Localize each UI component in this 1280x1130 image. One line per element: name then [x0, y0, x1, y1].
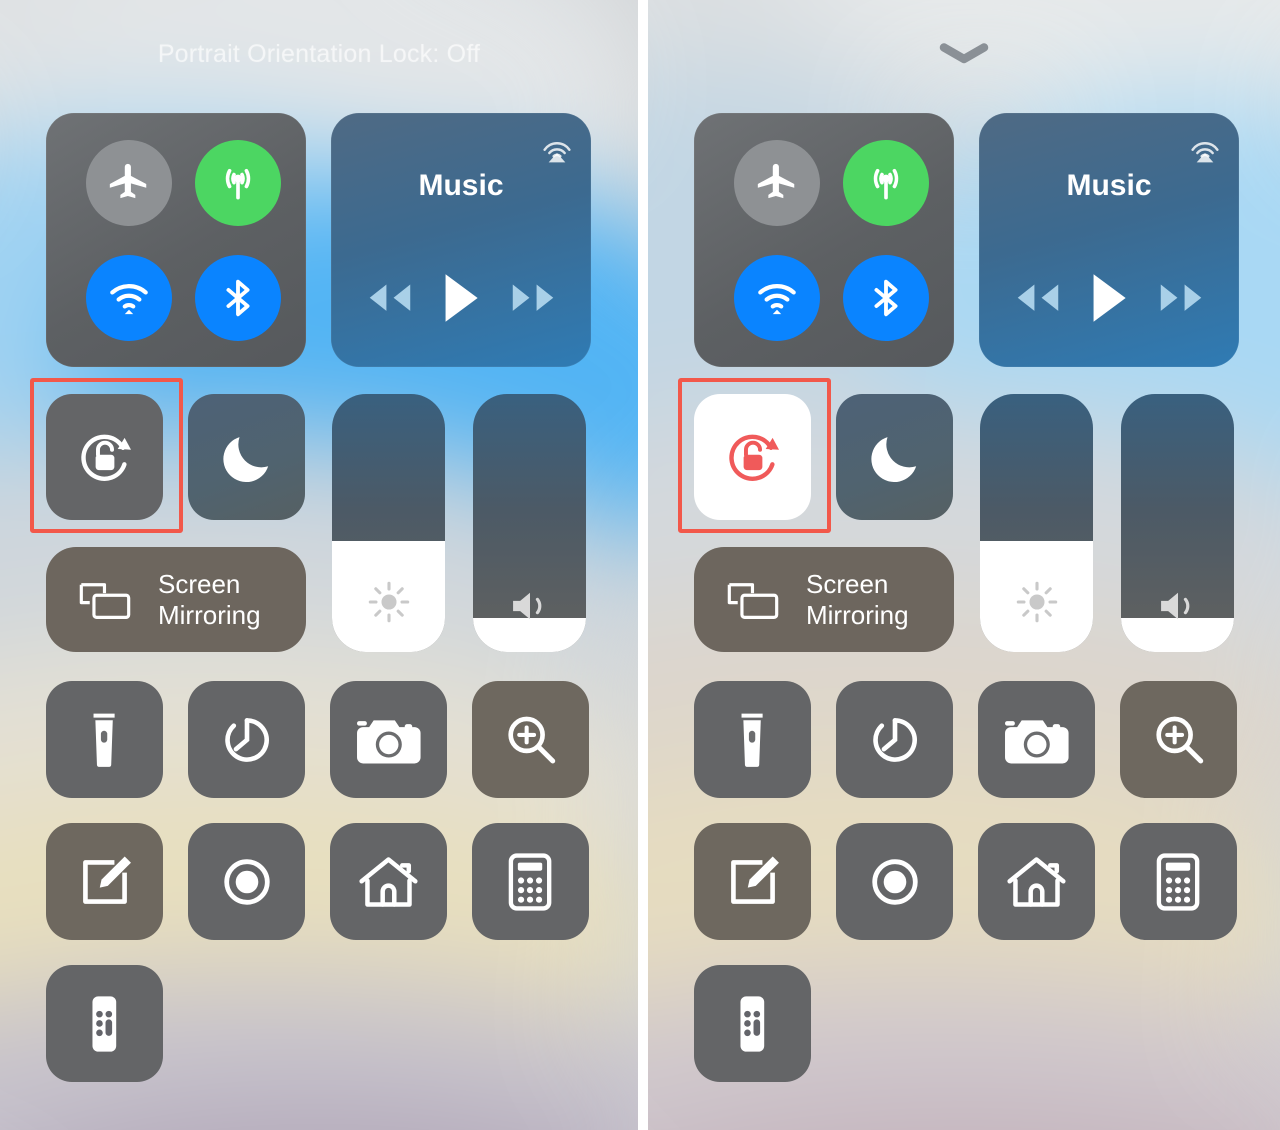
- notes-icon: [76, 853, 134, 911]
- toggle-wifi[interactable]: [734, 255, 820, 341]
- screen-mirroring-button[interactable]: Screen Mirroring: [694, 547, 954, 652]
- toggle-airplane-mode[interactable]: [734, 140, 820, 226]
- flashlight-icon: [737, 711, 767, 769]
- bluetooth-icon: [215, 275, 261, 321]
- brightness-slider[interactable]: [980, 394, 1093, 652]
- shortcut-apple-tv-remote[interactable]: [694, 965, 811, 1082]
- rotation-lock-closed-icon: [716, 420, 790, 494]
- shortcut-flashlight[interactable]: [46, 681, 163, 798]
- music-module[interactable]: Music: [979, 113, 1239, 367]
- timer-icon: [218, 711, 276, 769]
- toggle-bluetooth[interactable]: [843, 255, 929, 341]
- shortcut-notes[interactable]: [46, 823, 163, 940]
- shortcut-timer[interactable]: [188, 681, 305, 798]
- rotation-lock-toggle[interactable]: [694, 394, 811, 520]
- shortcut-camera[interactable]: [330, 681, 447, 798]
- moon-icon: [864, 426, 926, 488]
- toggle-cellular-data[interactable]: [195, 140, 281, 226]
- screen-mirroring-icon: [78, 580, 132, 620]
- speaker-icon: [473, 584, 586, 628]
- rewind-button[interactable]: [1005, 276, 1067, 320]
- shortcut-magnifier[interactable]: [472, 681, 589, 798]
- do-not-disturb-toggle[interactable]: [836, 394, 953, 520]
- play-button[interactable]: [1078, 271, 1140, 325]
- shortcut-home[interactable]: [978, 823, 1095, 940]
- airplane-icon: [106, 160, 152, 206]
- airplane-icon: [754, 160, 800, 206]
- screen-mirroring-button[interactable]: Screen Mirroring: [46, 547, 306, 652]
- shortcut-calculator[interactable]: [1120, 823, 1237, 940]
- magnifier-icon: [502, 711, 560, 769]
- control-center-panel-left: Portrait Orientation Lock: Off Music Scr…: [0, 0, 638, 1130]
- toggle-bluetooth[interactable]: [195, 255, 281, 341]
- moon-icon: [216, 426, 278, 488]
- shortcut-apple-tv-remote[interactable]: [46, 965, 163, 1082]
- calculator-icon: [508, 852, 552, 911]
- toggle-airplane-mode[interactable]: [86, 140, 172, 226]
- control-center-left: Portrait Orientation Lock: Off Music Scr…: [0, 0, 638, 1130]
- panel-divider: [638, 0, 648, 1130]
- rewind-button[interactable]: [357, 276, 419, 320]
- chevron-down-icon[interactable]: [938, 40, 990, 66]
- shortcut-flashlight[interactable]: [694, 681, 811, 798]
- remote-icon: [91, 995, 118, 1053]
- fast-forward-button[interactable]: [1152, 276, 1214, 320]
- home-icon: [356, 853, 421, 911]
- notes-icon: [724, 853, 782, 911]
- connectivity-module[interactable]: [46, 113, 306, 367]
- record-icon: [866, 853, 924, 911]
- camera-icon: [354, 711, 424, 769]
- cellular-icon: [215, 160, 261, 206]
- shortcut-home[interactable]: [330, 823, 447, 940]
- rotation-lock-toggle[interactable]: [46, 394, 163, 520]
- wifi-icon: [754, 275, 800, 321]
- brightness-slider[interactable]: [332, 394, 445, 652]
- shortcut-calculator[interactable]: [472, 823, 589, 940]
- now-playing-title: Music: [418, 169, 504, 202]
- screen-mirroring-label: Screen Mirroring: [158, 568, 261, 630]
- flashlight-icon: [89, 711, 119, 769]
- screen-mirroring-label: Screen Mirroring: [806, 568, 909, 630]
- shortcut-notes[interactable]: [694, 823, 811, 940]
- remote-icon: [739, 995, 766, 1053]
- fast-forward-button[interactable]: [504, 276, 566, 320]
- shortcut-magnifier[interactable]: [1120, 681, 1237, 798]
- status-text: Portrait Orientation Lock: Off: [157, 40, 481, 68]
- airplay-audio-icon[interactable]: [537, 127, 577, 167]
- bluetooth-icon: [863, 275, 909, 321]
- do-not-disturb-toggle[interactable]: [188, 394, 305, 520]
- wifi-icon: [106, 275, 152, 321]
- calculator-icon: [1156, 852, 1200, 911]
- sun-icon: [332, 580, 445, 624]
- music-module[interactable]: Music: [331, 113, 591, 367]
- shortcut-screen-record[interactable]: [188, 823, 305, 940]
- toggle-wifi[interactable]: [86, 255, 172, 341]
- timer-icon: [866, 711, 924, 769]
- sun-icon: [980, 580, 1093, 624]
- rotation-lock-open-icon: [68, 420, 142, 494]
- camera-icon: [1002, 711, 1072, 769]
- control-center-panel-right: Music Screen Mirroring: [648, 0, 1280, 1130]
- volume-slider[interactable]: [1121, 394, 1234, 652]
- shortcut-timer[interactable]: [836, 681, 953, 798]
- play-button[interactable]: [430, 271, 492, 325]
- screen-mirroring-icon: [726, 580, 780, 620]
- shortcut-camera[interactable]: [978, 681, 1095, 798]
- cellular-icon: [863, 160, 909, 206]
- now-playing-title: Music: [1066, 169, 1152, 202]
- airplay-audio-icon[interactable]: [1185, 127, 1225, 167]
- toggle-cellular-data[interactable]: [843, 140, 929, 226]
- record-icon: [218, 853, 276, 911]
- shortcut-screen-record[interactable]: [836, 823, 953, 940]
- speaker-icon: [1121, 584, 1234, 628]
- home-icon: [1004, 853, 1069, 911]
- screenshot-root: Portrait Orientation Lock: Off Music Scr…: [0, 0, 1280, 1130]
- volume-slider[interactable]: [473, 394, 586, 652]
- connectivity-module[interactable]: [694, 113, 954, 367]
- control-center-right: Music Screen Mirroring: [648, 0, 1280, 1130]
- magnifier-icon: [1150, 711, 1208, 769]
